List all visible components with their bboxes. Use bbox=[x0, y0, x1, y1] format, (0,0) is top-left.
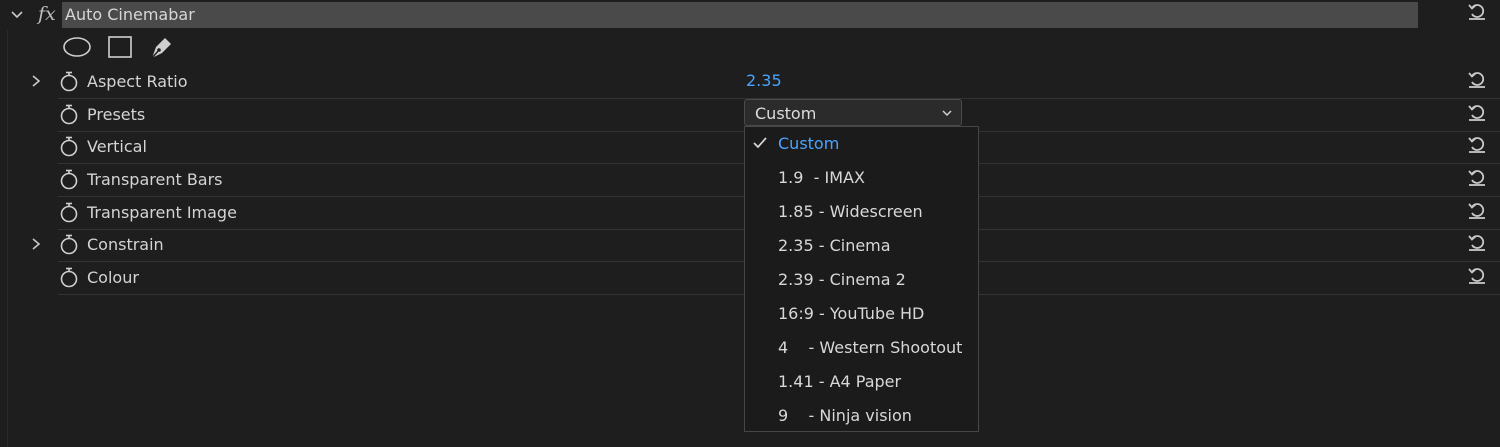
stopwatch-icon[interactable] bbox=[59, 266, 79, 288]
property-label: Transparent Image bbox=[87, 203, 237, 222]
fx-badge[interactable]: fx bbox=[38, 3, 56, 25]
stopwatch-icon[interactable] bbox=[59, 70, 79, 92]
reset-icon[interactable] bbox=[1466, 264, 1488, 286]
reset-icon[interactable] bbox=[1466, 0, 1488, 22]
effect-controls-panel: fx Auto Cinemabar Aspect Ratio 2.35 Pres… bbox=[0, 0, 1500, 447]
property-row-aspect-ratio: Aspect Ratio 2.35 bbox=[0, 66, 1500, 99]
property-label: Transparent Bars bbox=[87, 170, 223, 189]
property-label: Constrain bbox=[87, 235, 164, 254]
effect-title: Auto Cinemabar bbox=[65, 5, 195, 24]
reset-icon[interactable] bbox=[1466, 166, 1488, 188]
effect-header-bar bbox=[62, 2, 1418, 28]
stopwatch-icon[interactable] bbox=[59, 168, 79, 190]
chevron-down-icon[interactable] bbox=[8, 6, 26, 24]
menu-item-label: 1.9 - IMAX bbox=[778, 168, 865, 187]
menu-item-label: 1.85 - Widescreen bbox=[778, 202, 923, 221]
chevron-down-icon bbox=[942, 110, 952, 117]
menu-item-widescreen[interactable]: 1.85 - Widescreen bbox=[745, 195, 978, 229]
chevron-right-icon[interactable] bbox=[29, 74, 43, 88]
menu-item-label: 4 - Western Shootout bbox=[778, 338, 963, 357]
stopwatch-icon[interactable] bbox=[59, 233, 79, 255]
menu-item-cinema-2[interactable]: 2.39 - Cinema 2 bbox=[745, 263, 978, 297]
menu-item-western-shootout[interactable]: 4 - Western Shootout bbox=[745, 331, 978, 365]
presets-dropdown[interactable]: Custom bbox=[744, 99, 962, 126]
property-label: Presets bbox=[87, 105, 146, 124]
ellipse-mask-icon[interactable] bbox=[62, 35, 92, 59]
aspect-ratio-value[interactable]: 2.35 bbox=[746, 71, 782, 90]
menu-item-imax[interactable]: 1.9 - IMAX bbox=[745, 161, 978, 195]
stopwatch-icon[interactable] bbox=[59, 201, 79, 223]
pen-mask-icon[interactable] bbox=[148, 33, 176, 61]
menu-item-cinema[interactable]: 2.35 - Cinema bbox=[745, 229, 978, 263]
menu-item-label: 2.35 - Cinema bbox=[778, 236, 891, 255]
menu-item-label: 9 - Ninja vision bbox=[778, 406, 912, 425]
property-label: Aspect Ratio bbox=[87, 72, 188, 91]
menu-item-label: 16:9 - YouTube HD bbox=[778, 304, 925, 323]
menu-item-a4-paper[interactable]: 1.41 - A4 Paper bbox=[745, 365, 978, 399]
menu-item-label: 1.41 - A4 Paper bbox=[778, 372, 902, 391]
reset-icon[interactable] bbox=[1466, 101, 1488, 123]
reset-icon[interactable] bbox=[1466, 199, 1488, 221]
property-label: Vertical bbox=[87, 137, 147, 156]
chevron-right-icon[interactable] bbox=[29, 237, 43, 251]
presets-selected-value: Custom bbox=[755, 104, 817, 123]
checkmark-icon bbox=[753, 137, 767, 149]
effect-header[interactable]: fx Auto Cinemabar bbox=[0, 0, 1500, 30]
reset-icon[interactable] bbox=[1466, 231, 1488, 253]
menu-item-youtube-hd[interactable]: 16:9 - YouTube HD bbox=[745, 297, 978, 331]
stopwatch-icon[interactable] bbox=[59, 135, 79, 157]
menu-item-custom[interactable]: Custom bbox=[745, 127, 978, 161]
property-label: Colour bbox=[87, 268, 139, 287]
stopwatch-icon[interactable] bbox=[59, 103, 79, 125]
reset-icon[interactable] bbox=[1466, 133, 1488, 155]
mask-tools bbox=[62, 33, 182, 61]
reset-icon[interactable] bbox=[1466, 68, 1488, 90]
rectangle-mask-icon[interactable] bbox=[107, 35, 133, 59]
menu-item-ninja-vision[interactable]: 9 - Ninja vision bbox=[745, 399, 978, 433]
menu-item-label: Custom bbox=[778, 134, 840, 153]
presets-menu: Custom 1.9 - IMAX 1.85 - Widescreen 2.35… bbox=[744, 126, 979, 432]
menu-item-label: 2.39 - Cinema 2 bbox=[778, 270, 906, 289]
